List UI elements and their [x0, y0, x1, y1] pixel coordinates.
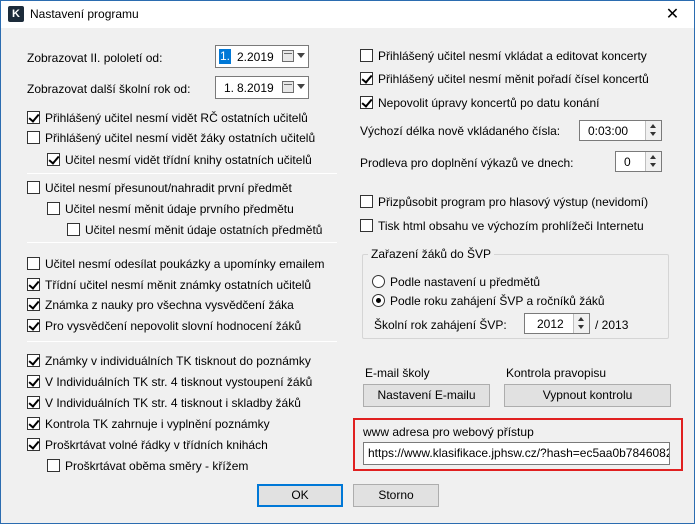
checkbox-box[interactable] [27, 257, 40, 270]
separator [27, 173, 337, 174]
checkbox-box[interactable] [47, 153, 60, 166]
arrow-up-icon[interactable] [650, 155, 656, 159]
checkbox-box[interactable] [47, 202, 60, 215]
second-term-month-year[interactable]: 2.2019 [237, 50, 274, 64]
radio-label: Podle nastavení u předmětů [390, 275, 541, 289]
checkbox-label: Známky v individuálních TK tisknout do p… [45, 354, 311, 368]
checkbox-box[interactable] [27, 131, 40, 144]
web-address-label: www adresa pro webový přístup [363, 425, 534, 439]
arrow-down-icon[interactable] [650, 163, 656, 167]
checkbox-box[interactable] [360, 49, 373, 62]
title-bar: K Nastavení programu ✕ [1, 1, 694, 28]
checkbox-label: Přihlášený učitel nesmí vidět RČ ostatní… [45, 111, 308, 125]
checkbox-box[interactable] [47, 459, 60, 472]
svp-year-suffix: / 2013 [595, 318, 629, 332]
checkbox-label: Nepovolit úpravy koncertů po datu konání [378, 96, 600, 110]
email-settings-button[interactable]: Nastavení E-mailu [363, 384, 490, 407]
chevron-down-icon[interactable] [297, 53, 305, 58]
next-year-month-year[interactable]: 8.2019 [237, 81, 274, 95]
spellcheck-section-label: Kontrola pravopisu [506, 366, 607, 380]
checkbox-label: Známka z nauky pro všechna vysvědčení žá… [45, 298, 294, 312]
disable-spellcheck-button[interactable]: Vypnout kontrolu [504, 384, 671, 407]
email-section-label: E-mail školy [365, 366, 430, 380]
next-year-day[interactable]: 1. [224, 81, 234, 95]
radio-label: Podle roku zahájení ŠVP a ročníků žáků [390, 294, 605, 308]
calendar-icon[interactable] [282, 81, 294, 93]
arrow-up-icon[interactable] [578, 317, 584, 321]
checkbox-box[interactable] [27, 417, 40, 430]
arrow-down-icon[interactable] [578, 325, 584, 329]
radio-dot[interactable] [372, 275, 385, 288]
checkbox-label: Přihlášený učitel nesmí měnit pořadí čís… [378, 72, 649, 86]
checkbox-label: Učitel nesmí měnit údaje prvního předmět… [65, 202, 294, 216]
checkbox-label: Přihlášený učitel nesmí vkládat a editov… [378, 49, 647, 63]
checkbox-label: Tisk html obsahu ve výchozím prohlížeči … [378, 219, 644, 233]
calendar-icon[interactable] [282, 50, 294, 62]
checkbox-box[interactable] [27, 375, 40, 388]
next-year-label: Zobrazovat další školní rok od: [27, 82, 191, 96]
arrow-up-icon[interactable] [650, 124, 656, 128]
cancel-button[interactable]: Storno [353, 484, 439, 507]
checkbox-box[interactable] [27, 181, 40, 194]
default-length-spinner[interactable]: 0:03:00 [579, 120, 662, 141]
checkbox-box[interactable] [67, 223, 80, 236]
radio-dot[interactable] [372, 294, 385, 307]
delay-value[interactable]: 0 [624, 155, 631, 169]
checkbox-label: Pro vysvědčení nepovolit slovní hodnocen… [45, 319, 302, 333]
checkbox-label: Učitel nesmí vidět třídní knihy ostatníc… [65, 153, 312, 167]
checkbox-box[interactable] [360, 219, 373, 232]
svp-year-label: Školní rok zahájení ŠVP: [374, 318, 507, 332]
chevron-down-icon[interactable] [297, 84, 305, 89]
separator [27, 242, 337, 243]
checkbox-label: Učitel nesmí odesílat poukázky a upomínk… [45, 257, 325, 271]
separator [27, 341, 337, 342]
checkbox-label: Třídní učitel nesmí měnit známky ostatní… [45, 278, 312, 292]
window-title: Nastavení programu [30, 7, 139, 21]
checkbox-label: V Individuálních TK str. 4 tisknout vyst… [45, 375, 313, 389]
svp-group-legend: Zařazení žáků do ŠVP [368, 247, 495, 261]
checkbox-label: Učitel nesmí přesunout/nahradit první př… [45, 181, 292, 195]
checkbox-label: Přihlášený učitel nesmí vidět žáky ostat… [45, 131, 316, 145]
app-icon: K [8, 6, 24, 22]
checkbox-label: V Individuálních TK str. 4 tisknout i sk… [45, 396, 301, 410]
spinner-arrows[interactable] [645, 121, 661, 140]
checkbox-label: Učitel nesmí měnit údaje ostatních předm… [85, 223, 323, 237]
second-term-day[interactable]: 1. [219, 49, 232, 64]
checkbox-box[interactable] [360, 96, 373, 109]
checkbox-box[interactable] [360, 195, 373, 208]
delay-spinner[interactable]: 0 [615, 151, 662, 172]
second-term-label: Zobrazovat II. pololetí od: [27, 51, 163, 65]
checkbox-label: Proškrtávat oběma směry - křížem [65, 459, 249, 473]
checkbox-box[interactable] [27, 396, 40, 409]
second-term-date-picker[interactable]: 1. 2.2019 [215, 45, 309, 68]
svp-year-spinner[interactable]: 2012 [524, 313, 590, 334]
settings-window: K Nastavení programu ✕ Zobrazovat II. po… [0, 0, 695, 524]
checkbox-label: Kontrola TK zahrnuje i vyplnění poznámky [45, 417, 270, 431]
checkbox-box[interactable] [27, 438, 40, 451]
checkbox-box[interactable] [27, 111, 40, 124]
svp-year-value[interactable]: 2012 [537, 317, 564, 331]
default-length-value[interactable]: 0:03:00 [588, 124, 628, 138]
checkbox-box[interactable] [27, 298, 40, 311]
spinner-arrows[interactable] [645, 152, 661, 171]
arrow-down-icon[interactable] [650, 132, 656, 136]
checkbox-label: Přizpůsobit program pro hlasový výstup (… [378, 195, 649, 209]
checkbox-box[interactable] [27, 278, 40, 291]
checkbox-label: Proškrtávat volné řádky v třídních knihá… [45, 438, 268, 452]
dialog-body: Zobrazovat II. pololetí od: 1. 2.2019 Zo… [1, 28, 694, 523]
spinner-arrows[interactable] [573, 314, 589, 333]
ok-button[interactable]: OK [257, 484, 343, 507]
delay-label: Prodleva pro doplnění výkazů ve dnech: [360, 156, 574, 170]
web-address-field[interactable]: https://www.klasifikace.jphsw.cz/?hash=e… [363, 442, 670, 465]
checkbox-box[interactable] [27, 354, 40, 367]
close-icon[interactable]: ✕ [651, 1, 694, 28]
checkbox-box[interactable] [360, 72, 373, 85]
checkbox-box[interactable] [27, 319, 40, 332]
next-year-date-picker[interactable]: 1. 8.2019 [215, 76, 309, 99]
default-length-label: Výchozí délka nově vkládaného čísla: [360, 124, 561, 138]
